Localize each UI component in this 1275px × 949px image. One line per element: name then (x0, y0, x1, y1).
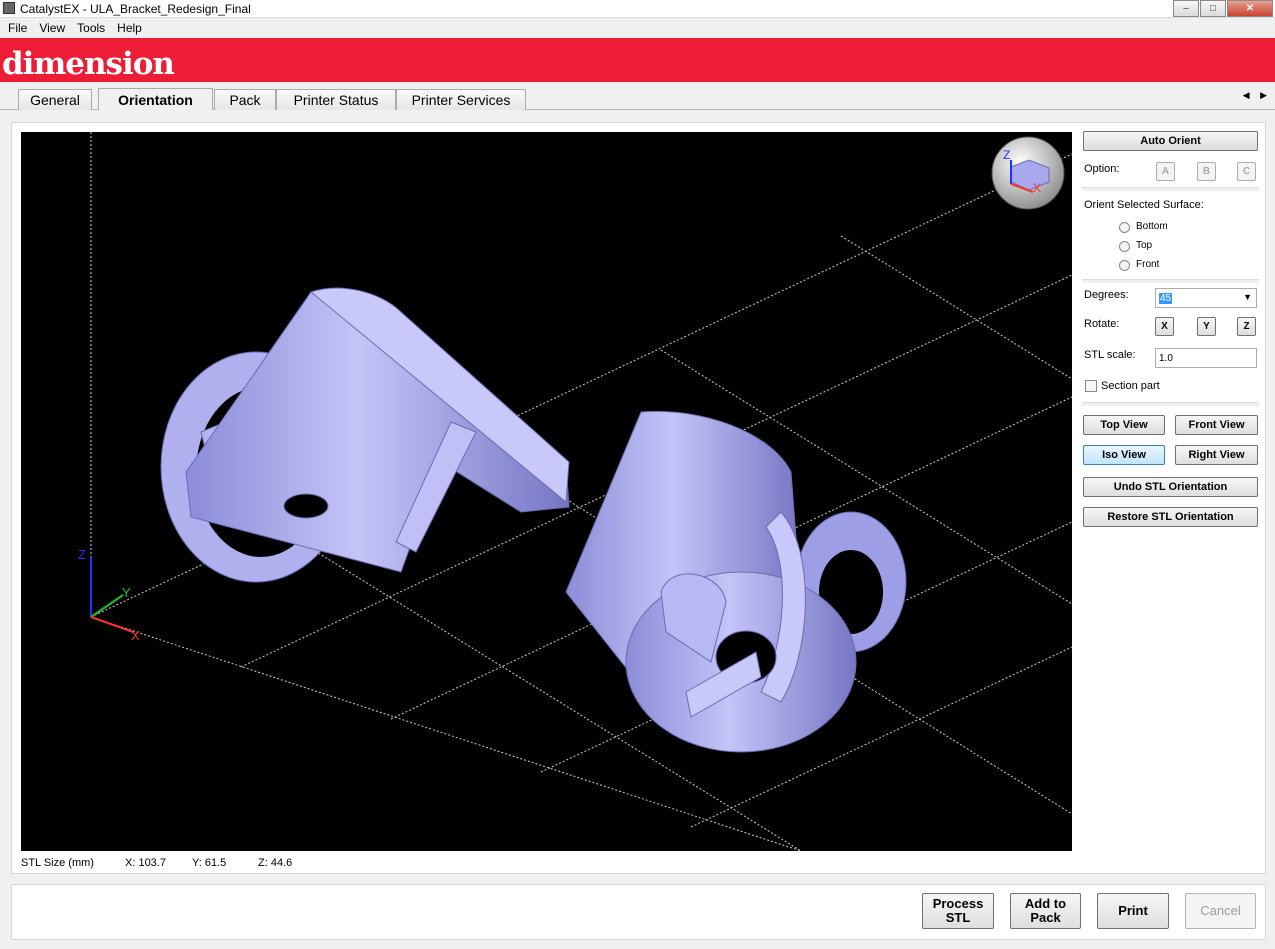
cancel-button[interactable]: Cancel (1185, 893, 1256, 929)
menu-view[interactable]: View (33, 21, 71, 35)
maximize-button[interactable]: □ (1200, 0, 1226, 17)
stl-size-label: STL Size (mm) (21, 857, 94, 869)
option-label: Option: (1084, 163, 1120, 175)
app-icon (3, 2, 15, 14)
tab-orientation[interactable]: Orientation (98, 88, 213, 110)
radio-front-label: Front (1136, 259, 1160, 270)
axis-y-label: Y (122, 585, 131, 600)
rotate-label: Rotate: (1084, 318, 1120, 330)
part-right (565, 410, 907, 753)
brand-bar: dimension (0, 38, 1275, 82)
rotate-y-button[interactable]: Y (1197, 317, 1216, 336)
divider (1082, 187, 1259, 191)
divider (1082, 402, 1259, 406)
stl-size-y: Y: 61.5 (192, 857, 227, 869)
view-cube-sphere: Z X (991, 136, 1065, 210)
tab-general[interactable]: General (18, 89, 92, 110)
axis-triad: Z Y X (78, 547, 140, 643)
tab-printer-status[interactable]: Printer Status (276, 89, 396, 110)
add-to-pack-button[interactable]: Add to Pack (1010, 893, 1081, 929)
menu-help[interactable]: Help (111, 21, 148, 35)
stl-scale-input[interactable]: 1.0 (1155, 348, 1257, 368)
close-button[interactable]: ✕ (1227, 0, 1273, 17)
auto-orient-button[interactable]: Auto Orient (1083, 131, 1258, 151)
right-view-button[interactable]: Right View (1175, 445, 1258, 465)
degrees-value: 45 (1159, 292, 1173, 304)
option-b-button[interactable]: B (1197, 162, 1216, 181)
chevron-down-icon: ▼ (1243, 292, 1252, 302)
menu-bar: File View Tools Help (0, 18, 1275, 38)
tab-scroll-arrows[interactable]: ◀ ▶ (1243, 90, 1271, 101)
window-title: CatalystEX - ULA_Bracket_Redesign_Final (20, 2, 251, 16)
top-view-button[interactable]: Top View (1083, 415, 1165, 435)
stl-size-x: X: 103.7 (125, 857, 166, 869)
section-part-checkbox[interactable] (1085, 380, 1097, 392)
undo-stl-orientation-button[interactable]: Undo STL Orientation (1083, 477, 1258, 497)
stl-scale-label: STL scale: (1084, 349, 1136, 361)
radio-bottom[interactable] (1119, 222, 1130, 233)
dimension-logo: dimension (2, 46, 175, 82)
option-c-button[interactable]: C (1237, 162, 1256, 181)
title-bar: CatalystEX - ULA_Bracket_Redesign_Final … (0, 0, 1275, 18)
radio-top[interactable] (1119, 241, 1130, 252)
print-button[interactable]: Print (1097, 893, 1169, 929)
3d-viewport[interactable]: Z Y X Z X (21, 132, 1072, 851)
radio-top-label: Top (1136, 240, 1153, 251)
iso-view-button[interactable]: Iso View (1083, 445, 1165, 465)
part-left (160, 287, 570, 583)
tab-pack[interactable]: Pack (214, 89, 276, 110)
axis-x-label: X (131, 628, 140, 643)
viewport-canvas: Z Y X Z X (78, 132, 1072, 851)
restore-stl-orientation-button[interactable]: Restore STL Orientation (1083, 507, 1258, 527)
window-controls: – □ ✕ (1172, 0, 1273, 17)
option-a-button[interactable]: A (1156, 162, 1175, 181)
section-part-label: Section part (1101, 380, 1160, 392)
cube-z-label: Z (1003, 148, 1010, 162)
axis-z-label: Z (78, 547, 86, 562)
rotate-x-button[interactable]: X (1155, 317, 1174, 336)
cube-x-label: X (1033, 181, 1041, 195)
radio-front[interactable] (1119, 260, 1130, 271)
tab-printer-services[interactable]: Printer Services (396, 89, 526, 110)
stl-size-z: Z: 44.6 (258, 857, 293, 869)
process-stl-button[interactable]: Process STL (922, 893, 994, 929)
divider (1082, 279, 1259, 283)
menu-file[interactable]: File (2, 21, 33, 35)
minimize-button[interactable]: – (1173, 0, 1199, 17)
front-view-button[interactable]: Front View (1175, 415, 1258, 435)
orient-surface-label: Orient Selected Surface: (1084, 199, 1204, 211)
tab-bar: General Orientation Pack Printer Status … (0, 82, 1275, 110)
menu-tools[interactable]: Tools (71, 21, 111, 35)
radio-bottom-label: Bottom (1136, 221, 1168, 232)
degrees-label: Degrees: (1084, 289, 1129, 301)
degrees-select[interactable]: 45 ▼ (1155, 288, 1257, 308)
rotate-z-button[interactable]: Z (1237, 317, 1256, 336)
